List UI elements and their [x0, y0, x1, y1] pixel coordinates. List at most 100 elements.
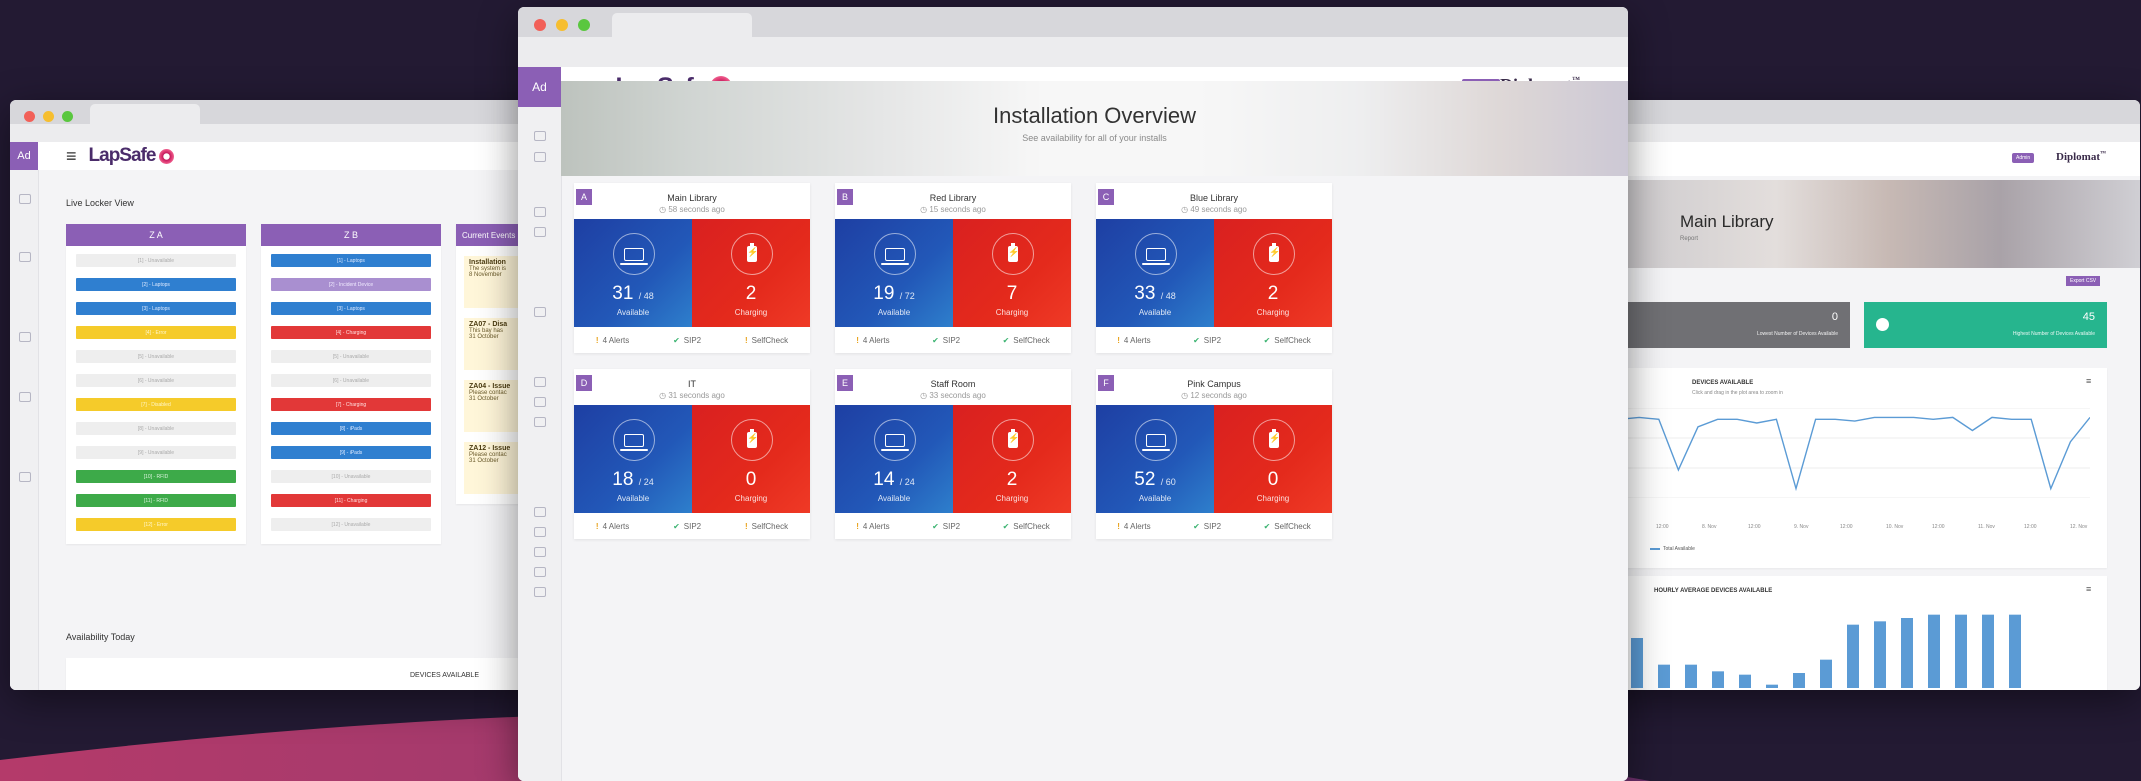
sip2-status[interactable]: ✔ SIP2	[932, 336, 960, 345]
chart2-menu-icon[interactable]: ≡	[2086, 584, 2091, 594]
center-close-window-icon[interactable]	[534, 19, 546, 31]
chart1-plot[interactable]	[1600, 408, 2090, 498]
hourly-bar[interactable]	[1658, 664, 1670, 688]
available-tile[interactable]: 18 / 24 Available	[574, 405, 692, 513]
locker-bay-slot[interactable]: [7] - Charging	[271, 398, 431, 411]
center-nav-help-icon[interactable]	[534, 587, 546, 597]
hourly-bar[interactable]	[1928, 614, 1940, 688]
center-rail-avatar[interactable]: Ad	[518, 67, 561, 107]
hourly-bar[interactable]	[1631, 638, 1643, 688]
nav-users-icon[interactable]	[19, 332, 31, 342]
locker-bay-slot[interactable]: [3] - Laptops	[76, 302, 236, 315]
hourly-bar[interactable]	[1712, 671, 1724, 688]
locker-bay-slot[interactable]: [8] - Unavailable	[76, 422, 236, 435]
chart1-menu-icon[interactable]: ≡	[2086, 376, 2091, 386]
minimize-window-icon[interactable]	[43, 111, 54, 122]
browser-tab[interactable]	[90, 104, 200, 124]
center-nav-doc-icon[interactable]	[534, 567, 546, 577]
available-tile[interactable]: 14 / 24 Available	[835, 405, 953, 513]
selfcheck-status[interactable]: ✔ SelfCheck	[1003, 522, 1050, 531]
hourly-bar[interactable]	[2009, 614, 2021, 688]
locker-bay-slot[interactable]: [2] - Incident Device	[271, 278, 431, 291]
install-card[interactable]: B Red Library ◷ 15 seconds ago 19 / 72 Avail…	[835, 183, 1071, 353]
center-nav-calendar-icon[interactable]	[534, 547, 546, 557]
close-window-icon[interactable]	[24, 111, 35, 122]
locker-bay-slot[interactable]: [2] - Laptops	[76, 278, 236, 291]
center-nav-list-icon[interactable]	[534, 131, 546, 141]
center-minimize-window-icon[interactable]	[556, 19, 568, 31]
alerts-status[interactable]: ! 4 Alerts	[856, 336, 889, 345]
nav-grid-icon[interactable]	[19, 252, 31, 262]
selfcheck-status[interactable]: ✔ SelfCheck	[1264, 522, 1311, 531]
alerts-status[interactable]: ! 4 Alerts	[596, 336, 629, 345]
charging-tile[interactable]: 0 Charging	[692, 405, 810, 513]
hourly-bar[interactable]	[1901, 618, 1913, 688]
locker-bay-slot[interactable]: [7] - Disabled	[76, 398, 236, 411]
sip2-status[interactable]: ✔ SIP2	[673, 522, 701, 531]
hourly-bar[interactable]	[1685, 664, 1697, 688]
locker-bay-slot[interactable]: [1] - Unavailable	[76, 254, 236, 267]
hourly-bar[interactable]	[1793, 673, 1805, 688]
center-nav-lock-icon[interactable]	[534, 507, 546, 517]
alerts-status[interactable]: ! 4 Alerts	[596, 522, 629, 531]
available-tile[interactable]: 19 / 72 Available	[835, 219, 953, 327]
selfcheck-status[interactable]: ! SelfCheck	[745, 336, 788, 345]
alerts-status[interactable]: ! 4 Alerts	[1117, 336, 1150, 345]
locker-bay-slot[interactable]: [4] - Error	[76, 326, 236, 339]
locker-bay-slot[interactable]: [1] - Laptops	[271, 254, 431, 267]
hourly-bar[interactable]	[1955, 614, 1967, 688]
maximize-window-icon[interactable]	[62, 111, 73, 122]
center-nav-share-icon[interactable]	[534, 377, 546, 387]
locker-bay-slot[interactable]: [8] - iPads	[271, 422, 431, 435]
locker-bay-slot[interactable]: [4] - Charging	[271, 326, 431, 339]
locker-bay-slot[interactable]: [3] - Laptops	[271, 302, 431, 315]
available-tile[interactable]: 31 / 48 Available	[574, 219, 692, 327]
center-browser-tab[interactable]	[612, 13, 752, 37]
chart1-legend[interactable]: Total Available	[1650, 546, 1695, 552]
center-nav-monitor-icon[interactable]	[534, 152, 546, 162]
hourly-bar[interactable]	[1739, 674, 1751, 688]
total-available-series-line[interactable]	[1600, 416, 2090, 492]
hourly-bar[interactable]	[1766, 684, 1778, 688]
locker-bay-slot[interactable]: [9] - iPads	[271, 446, 431, 459]
nav-menu-icon[interactable]	[19, 194, 31, 204]
sip2-status[interactable]: ✔ SIP2	[1193, 522, 1221, 531]
alerts-status[interactable]: ! 4 Alerts	[1117, 522, 1150, 531]
hourly-bar[interactable]	[1820, 659, 1832, 688]
hourly-bar[interactable]	[1847, 624, 1859, 688]
locker-bay-slot[interactable]: [5] - Unavailable	[76, 350, 236, 363]
export-csv-button[interactable]: Export CSV	[2066, 276, 2101, 286]
center-nav-edit-icon[interactable]	[534, 307, 546, 317]
selfcheck-status[interactable]: ✔ SelfCheck	[1264, 336, 1311, 345]
center-nav-pin-icon[interactable]	[534, 227, 546, 237]
sip2-status[interactable]: ✔ SIP2	[673, 336, 701, 345]
available-tile[interactable]: 33 / 48 Available	[1096, 219, 1214, 327]
sip2-status[interactable]: ✔ SIP2	[932, 522, 960, 531]
locker-bay-slot[interactable]: [6] - Unavailable	[76, 374, 236, 387]
install-card[interactable]: A Main Library ◷ 58 seconds ago 31 / 48 Avai…	[574, 183, 810, 353]
center-maximize-window-icon[interactable]	[578, 19, 590, 31]
nav-settings-icon[interactable]	[19, 392, 31, 402]
charging-tile[interactable]: 0 Charging	[1214, 405, 1332, 513]
hourly-bar[interactable]	[1874, 621, 1886, 688]
locker-bay-slot[interactable]: [12] - Error	[76, 518, 236, 531]
install-card[interactable]: F Pink Campus ◷ 12 seconds ago 52 / 60 Avail…	[1096, 369, 1332, 539]
chart2-plot[interactable]	[1600, 608, 2080, 688]
locker-bay-slot[interactable]: [10] - RFID	[76, 470, 236, 483]
locker-bay-slot[interactable]: [11] - Charging	[271, 494, 431, 507]
selfcheck-status[interactable]: ✔ SelfCheck	[1003, 336, 1050, 345]
locker-bay-slot[interactable]: [6] - Unavailable	[271, 374, 431, 387]
center-nav-user-icon[interactable]	[534, 417, 546, 427]
locker-bay-slot[interactable]: [11] - RFID	[76, 494, 236, 507]
center-nav-box-icon[interactable]	[534, 207, 546, 217]
nav-report-icon[interactable]	[19, 472, 31, 482]
available-tile[interactable]: 52 / 60 Available	[1096, 405, 1214, 513]
charging-tile[interactable]: 2 Charging	[692, 219, 810, 327]
install-card[interactable]: C Blue Library ◷ 49 seconds ago 33 / 48 Avai…	[1096, 183, 1332, 353]
locker-bay-slot[interactable]: [9] - Unavailable	[76, 446, 236, 459]
locker-bay-slot[interactable]: [12] - Unavailable	[271, 518, 431, 531]
install-card[interactable]: E Staff Room ◷ 33 seconds ago 14 / 24 Availa…	[835, 369, 1071, 539]
selfcheck-status[interactable]: ! SelfCheck	[745, 522, 788, 531]
alerts-status[interactable]: ! 4 Alerts	[856, 522, 889, 531]
charging-tile[interactable]: 7 Charging	[953, 219, 1071, 327]
